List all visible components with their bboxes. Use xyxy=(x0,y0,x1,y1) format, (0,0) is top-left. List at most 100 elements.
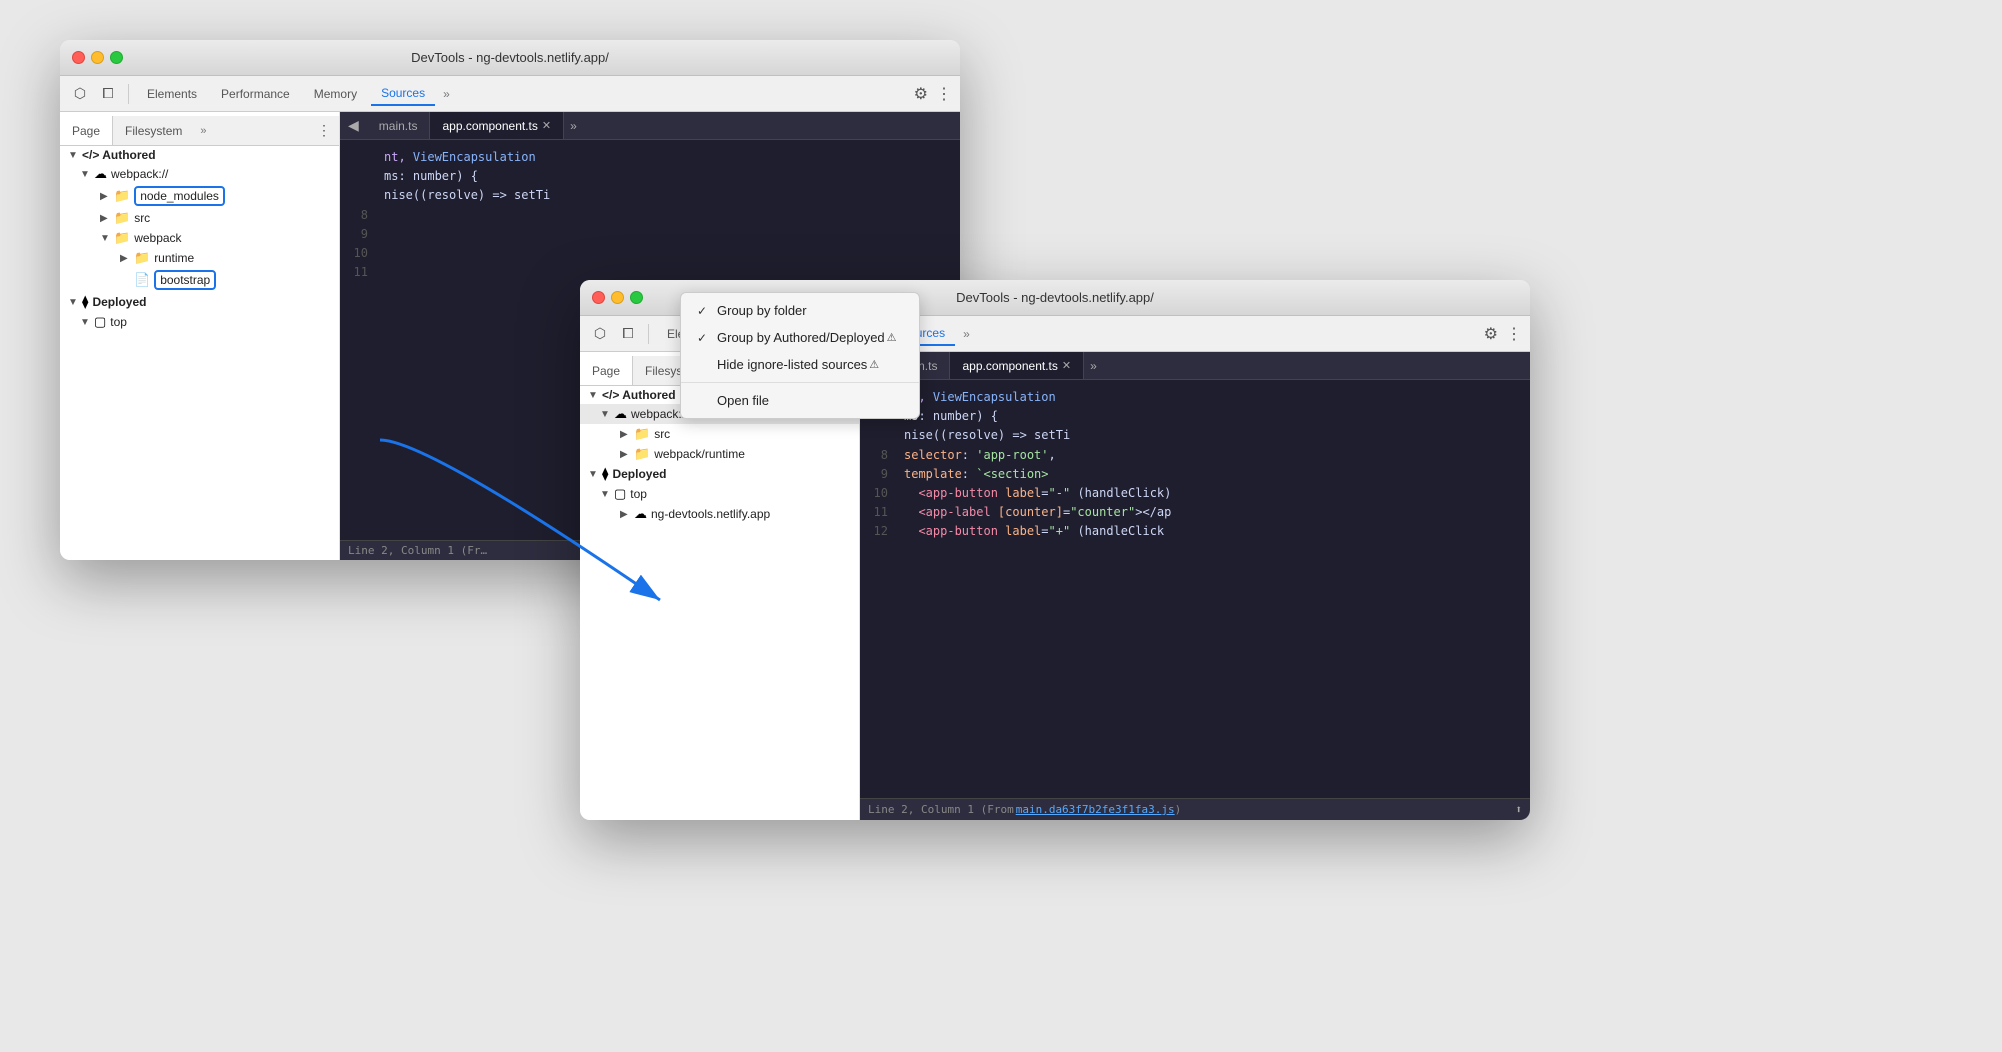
tree-bootstrap-1[interactable]: ▶ 📄 bootstrap xyxy=(60,268,339,292)
arrow-icon: ▼ xyxy=(588,390,602,401)
minimize-button-1[interactable] xyxy=(91,51,104,64)
file-tabs-2: ◀ main.ts app.component.ts ✕ » xyxy=(860,352,1530,380)
gear-icon-1[interactable]: ⚙ xyxy=(914,84,928,104)
check-icon xyxy=(697,394,713,408)
cloud-icon: ☁ xyxy=(94,166,107,182)
window-title-2: DevTools - ng-devtools.netlify.app/ xyxy=(956,290,1154,305)
close-button-2[interactable] xyxy=(592,291,605,304)
menu-hide-ignore-1[interactable]: Hide ignore-listed sources ⚠ xyxy=(681,351,919,378)
menu-group-by-folder-1[interactable]: ✓ Group by folder xyxy=(681,297,919,324)
close-button-1[interactable] xyxy=(72,51,85,64)
status-link-2[interactable]: main.da63f7b2fe3f1fa3.js xyxy=(1016,803,1175,816)
tree-deployed-1[interactable]: ▼ ⧫ Deployed xyxy=(60,292,339,312)
tree-webpack-folder-1[interactable]: ▼ 📁 webpack xyxy=(60,228,339,248)
tree-src-1[interactable]: ▶ 📁 src xyxy=(60,208,339,228)
tree-ng-devtools-2[interactable]: ▶ ☁ ng-devtools.netlify.app xyxy=(580,504,859,524)
toolbar-more-2[interactable]: » xyxy=(959,327,974,341)
tree-deployed-2[interactable]: ▼ ⧫ Deployed xyxy=(580,464,859,484)
page-tab-1[interactable]: Page xyxy=(60,116,113,145)
tree-authored-1[interactable]: ▼ </> Authored xyxy=(60,146,339,164)
status-paren: ) xyxy=(1175,803,1182,816)
traffic-lights-2 xyxy=(592,291,643,304)
maximize-button-1[interactable] xyxy=(110,51,123,64)
tree-node-modules-1[interactable]: ▶ 📁 node_modules xyxy=(60,184,339,208)
tree-label: </> Authored xyxy=(602,388,676,402)
folder-icon: 📁 xyxy=(634,446,650,462)
arrow-icon: ▼ xyxy=(588,469,602,480)
box-icon: ⧫ xyxy=(82,294,88,310)
tree-label: Deployed xyxy=(92,295,146,309)
folder-icon: 📁 xyxy=(134,250,150,266)
main-content-2: Page Filesystem » ⋮ ▼ </> Authored ▼ ☁ w… xyxy=(580,352,1530,820)
toolbar-more-1[interactable]: » xyxy=(439,87,454,101)
tree-top-2[interactable]: ▼ ▢ top xyxy=(580,484,859,504)
tree-top-1[interactable]: ▼ ▢ top xyxy=(60,312,339,332)
tree-webpack-1[interactable]: ▼ ☁ webpack:// xyxy=(60,164,339,184)
tree-label: ng-devtools.netlify.app xyxy=(651,507,770,521)
menu-group-by-authored-1[interactable]: ✓ Group by Authored/Deployed ⚠ xyxy=(681,324,919,351)
sources-menu-1[interactable]: ⋮ xyxy=(309,122,339,139)
tree-label: runtime xyxy=(154,251,194,265)
window-title-1: DevTools - ng-devtools.netlify.app/ xyxy=(411,50,609,65)
maximize-button-2[interactable] xyxy=(630,291,643,304)
file-tab-app-2[interactable]: app.component.ts ✕ xyxy=(950,352,1084,379)
window-icon: ▢ xyxy=(94,314,106,330)
minimize-button-2[interactable] xyxy=(611,291,624,304)
menu-label: Group by Authored/Deployed xyxy=(717,330,885,345)
arrow-icon: ▶ xyxy=(620,429,634,440)
tree-label: bootstrap xyxy=(154,270,216,290)
file-tree-panel-2: Page Filesystem » ⋮ ▼ </> Authored ▼ ☁ w… xyxy=(580,352,860,820)
tab-memory-1[interactable]: Memory xyxy=(304,83,367,105)
file-tabs-more-2[interactable]: » xyxy=(1084,359,1103,373)
traffic-lights-1 xyxy=(72,51,123,64)
cursor-icon-2[interactable]: ⬡ xyxy=(588,322,612,346)
folder-icon: 📁 xyxy=(114,188,130,204)
tree-label: Deployed xyxy=(612,467,666,481)
tab-close-icon[interactable]: ✕ xyxy=(542,119,551,132)
tab-elements-1[interactable]: Elements xyxy=(137,83,207,105)
tree-label: webpack/runtime xyxy=(654,447,745,461)
back-icon[interactable]: ◀ xyxy=(340,117,367,134)
warn-icon: ⚠ xyxy=(887,331,897,344)
tab-performance-1[interactable]: Performance xyxy=(211,83,300,105)
cursor-icon[interactable]: ⬡ xyxy=(68,82,92,106)
file-tab-app-1[interactable]: app.component.ts ✕ xyxy=(430,112,564,139)
tab-close-icon-2[interactable]: ✕ xyxy=(1062,359,1071,372)
file-tab-main-1[interactable]: main.ts xyxy=(367,112,431,139)
arrow-icon: ▶ xyxy=(100,191,114,202)
tree-label: src xyxy=(654,427,670,441)
check-icon xyxy=(697,358,713,372)
check-icon: ✓ xyxy=(697,331,713,345)
layers-icon[interactable]: ⧠ xyxy=(96,82,120,106)
warn-icon: ⚠ xyxy=(869,358,879,371)
sources-more-1[interactable]: » xyxy=(194,125,212,137)
code-area-2: 8 9 10 11 12 nt, ViewEncapsulation ms: n… xyxy=(860,380,1530,798)
tree-src-2[interactable]: ▶ 📁 src xyxy=(580,424,859,444)
tree-webpack-runtime-2[interactable]: ▶ 📁 webpack/runtime xyxy=(580,444,859,464)
status-text-1: Line 2, Column 1 (Fr… xyxy=(348,544,487,557)
window-icon: ▢ xyxy=(614,486,626,502)
layers-icon-2[interactable]: ⧠ xyxy=(616,322,640,346)
cloud-icon: ☁ xyxy=(634,506,647,522)
more-options-icon-1[interactable]: ⋮ xyxy=(936,84,952,104)
expand-icon[interactable]: ⬆ xyxy=(1515,803,1522,816)
menu-label: Group by folder xyxy=(717,303,807,318)
menu-open-file-1[interactable]: Open file xyxy=(681,387,919,414)
box-icon: ⧫ xyxy=(602,466,608,482)
filesystem-tab-1[interactable]: Filesystem xyxy=(113,116,194,145)
tree-label: top xyxy=(110,315,127,329)
toolbar-divider-2 xyxy=(648,324,649,344)
tab-sources-1[interactable]: Sources xyxy=(371,82,435,106)
gear-icon-2[interactable]: ⚙ xyxy=(1484,324,1498,344)
arrow-icon: ▼ xyxy=(68,297,82,308)
page-tab-2[interactable]: Page xyxy=(580,356,633,385)
arrow-icon: ▼ xyxy=(68,150,82,161)
more-options-icon-2[interactable]: ⋮ xyxy=(1506,324,1522,344)
sources-subheader-1: Page Filesystem » ⋮ xyxy=(60,116,339,146)
file-tree-panel-1: Page Filesystem » ⋮ ▼ </> Authored ▼ ☁ w… xyxy=(60,112,340,560)
file-tabs-more-1[interactable]: » xyxy=(564,119,583,133)
tree-label: node_modules xyxy=(134,186,225,206)
tree-label: webpack:// xyxy=(111,167,168,181)
toolbar-1: ⬡ ⧠ Elements Performance Memory Sources … xyxy=(60,76,960,112)
tree-runtime-1[interactable]: ▶ 📁 runtime xyxy=(60,248,339,268)
